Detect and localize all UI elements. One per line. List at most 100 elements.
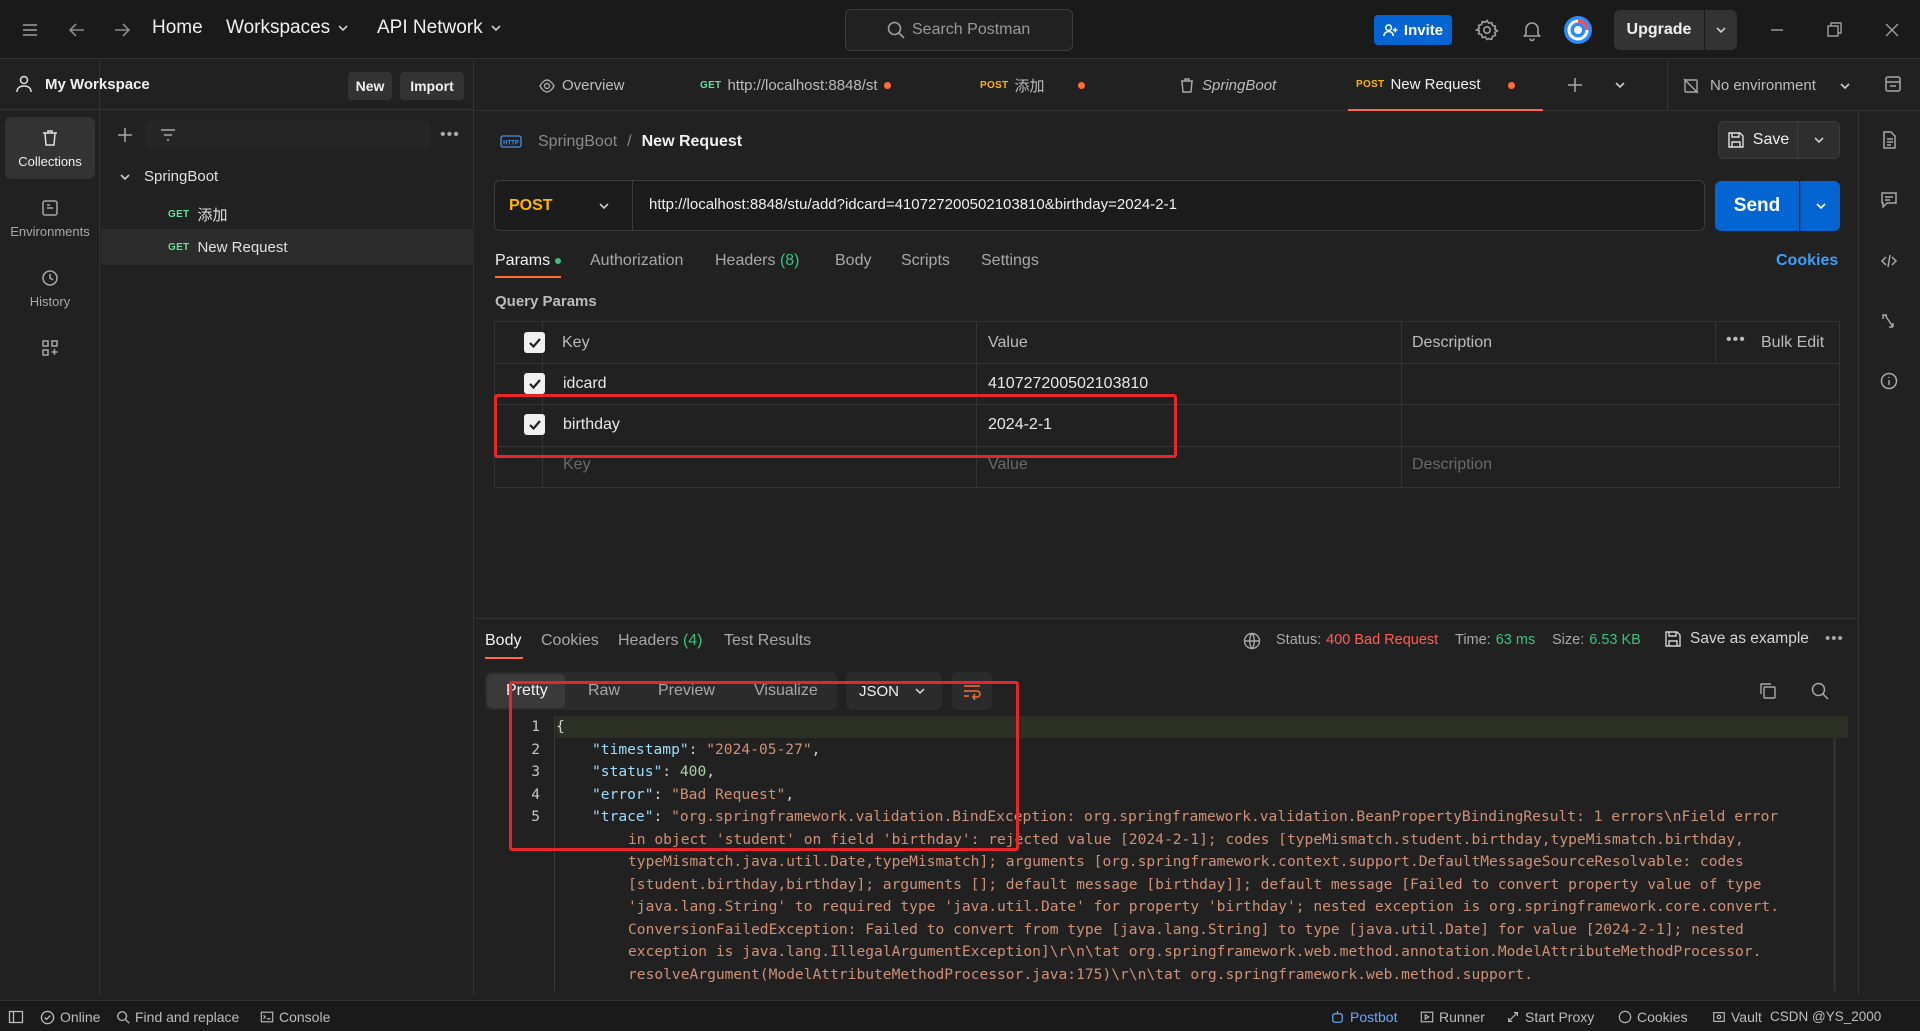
environment-quick-look-icon[interactable] xyxy=(1883,74,1903,94)
forward-arrow-icon[interactable] xyxy=(110,18,134,42)
tab-post-add[interactable]: POST 添加 xyxy=(980,60,1085,111)
response-time[interactable]: Time: 63 ms xyxy=(1455,632,1535,648)
bulk-edit-button[interactable]: Bulk Edit xyxy=(1761,334,1824,352)
param-value[interactable]: 410727200502103810 xyxy=(988,375,1148,393)
find-and-replace[interactable]: Find and replace xyxy=(116,1009,239,1025)
upgrade-dropdown-button[interactable] xyxy=(1705,10,1737,50)
collection-springboot[interactable]: SpringBoot xyxy=(118,168,218,185)
response-tab-test-results[interactable]: Test Results xyxy=(724,632,811,650)
console-button[interactable]: Console xyxy=(260,1009,330,1025)
upgrade-label: Upgrade xyxy=(1626,21,1692,38)
save-disk-icon xyxy=(1728,132,1744,148)
runner-button[interactable]: Runner xyxy=(1420,1009,1485,1025)
save-dropdown-button[interactable] xyxy=(1798,121,1840,159)
tab-springboot[interactable]: SpringBoot xyxy=(1178,60,1276,111)
collection-name: SpringBoot xyxy=(144,168,219,185)
response-tab-body[interactable]: Body xyxy=(485,632,521,650)
code-snippet-icon[interactable] xyxy=(1879,251,1899,271)
status-bar: Online Find and replace Console Postbot … xyxy=(0,1000,1920,1031)
response-tab-headers[interactable]: Headers (4) xyxy=(618,632,703,650)
new-button[interactable]: New xyxy=(348,72,392,100)
menu-icon[interactable] xyxy=(18,18,42,42)
response-status[interactable]: Status: 400 Bad Request xyxy=(1276,632,1438,648)
documentation-icon[interactable] xyxy=(1879,130,1899,150)
invite-label: Invite xyxy=(1403,21,1444,39)
workspaces-menu[interactable]: Workspaces xyxy=(226,17,350,39)
response-size[interactable]: Size: 6.53 KB xyxy=(1552,632,1641,648)
copy-icon[interactable] xyxy=(1758,681,1778,701)
tab-post-new-request[interactable]: POST New Request xyxy=(1348,60,1543,111)
upgrade-button[interactable]: Upgrade xyxy=(1614,10,1704,50)
send-dropdown-button[interactable] xyxy=(1800,181,1840,231)
api-network-menu[interactable]: API Network xyxy=(377,17,503,39)
rail-collections[interactable]: Collections xyxy=(5,117,95,179)
minimize-icon[interactable] xyxy=(1765,18,1789,42)
tab-scripts[interactable]: Scripts xyxy=(901,252,950,270)
save-button[interactable]: Save xyxy=(1718,121,1798,159)
response-more-options-icon[interactable]: ••• xyxy=(1825,630,1844,647)
import-button[interactable]: Import xyxy=(400,72,464,100)
method-select[interactable]: POST xyxy=(495,181,633,230)
cookies-button[interactable]: Cookies xyxy=(1618,1009,1688,1025)
notification-bell-icon[interactable] xyxy=(1520,18,1544,42)
home-link[interactable]: Home xyxy=(152,17,203,39)
tab-headers[interactable]: Headers (8) xyxy=(715,252,800,270)
comments-icon[interactable] xyxy=(1879,190,1899,210)
vault-label: Vault xyxy=(1731,1009,1762,1025)
param-key[interactable]: idcard xyxy=(563,375,607,393)
json-string-continuation: typeMismatch.java.util.Date,typeMismatch… xyxy=(628,853,1744,870)
search-response-icon[interactable] xyxy=(1810,681,1830,701)
breadcrumb-request-name[interactable]: New Request xyxy=(642,133,742,151)
new-param-description-input[interactable]: Description xyxy=(1412,456,1492,474)
close-window-icon[interactable] xyxy=(1880,18,1904,42)
param-checkbox[interactable] xyxy=(524,373,545,394)
save-as-example-button[interactable]: Save as example xyxy=(1664,630,1809,648)
sidebar-request-item[interactable]: GET 添加 xyxy=(168,204,227,225)
table-more-options-icon[interactable]: ••• xyxy=(1726,331,1746,349)
invite-button[interactable]: Invite xyxy=(1374,15,1452,45)
restore-window-icon[interactable] xyxy=(1822,18,1846,42)
response-tab-cookies[interactable]: Cookies xyxy=(541,632,599,650)
sidebar-request-item[interactable]: GET New Request xyxy=(168,239,288,256)
tab-overview[interactable]: Overview xyxy=(538,60,625,111)
tab-body[interactable]: Body xyxy=(835,252,871,270)
new-param-key-input[interactable]: Key xyxy=(563,456,591,474)
trash-can-collections-icon xyxy=(43,129,57,146)
code-scrollbar[interactable] xyxy=(1833,738,1836,991)
online-status[interactable]: Online xyxy=(40,1009,100,1025)
collection-filter-input[interactable] xyxy=(145,121,430,149)
settings-gear-icon[interactable] xyxy=(1475,18,1499,42)
rail-environments[interactable]: Environments xyxy=(5,187,95,249)
tab-authorization[interactable]: Authorization xyxy=(590,252,683,270)
new-param-value-input[interactable]: Value xyxy=(988,456,1028,474)
url-input[interactable]: http://localhost:8848/stu/add?idcard=410… xyxy=(649,196,1177,213)
tab-settings[interactable]: Settings xyxy=(981,252,1039,270)
tab-get-localhost[interactable]: GET http://localhost:8848/st xyxy=(700,60,891,111)
tabs-dropdown-icon[interactable] xyxy=(1613,78,1627,92)
more-options-icon[interactable]: ••• xyxy=(440,126,460,144)
rail-history[interactable]: History xyxy=(5,257,95,319)
environment-selector[interactable]: No environment xyxy=(1667,60,1857,111)
send-button[interactable]: Send xyxy=(1715,181,1799,231)
start-proxy-button[interactable]: Start Proxy xyxy=(1506,1009,1594,1025)
breadcrumb-collection[interactable]: SpringBoot xyxy=(538,133,617,151)
select-all-checkbox[interactable] xyxy=(524,332,545,353)
related-requests-icon[interactable] xyxy=(1879,311,1899,331)
postbot-button[interactable]: Postbot xyxy=(1330,1009,1397,1025)
search-input[interactable]: Search Postman xyxy=(845,9,1073,51)
request-tabs-bar: Overview GET http://localhost:8848/st PO… xyxy=(475,60,1920,111)
new-tab-plus-icon[interactable] xyxy=(1565,75,1585,95)
avatar[interactable] xyxy=(1563,15,1593,45)
vault-button[interactable]: Vault xyxy=(1712,1009,1762,1025)
info-icon[interactable] xyxy=(1879,371,1899,391)
back-arrow-icon[interactable] xyxy=(65,18,89,42)
globe-network-icon[interactable] xyxy=(1242,631,1262,651)
headers-count-badge: (8) xyxy=(779,252,800,269)
toggle-sidebar-icon[interactable] xyxy=(8,1009,24,1025)
add-collection-icon[interactable] xyxy=(115,125,135,145)
cookies-link[interactable]: Cookies xyxy=(1776,252,1838,270)
pane-divider[interactable] xyxy=(475,618,1858,619)
environment-icon xyxy=(42,199,58,216)
tab-params[interactable]: Params xyxy=(495,252,562,270)
rail-apps[interactable] xyxy=(5,328,95,368)
